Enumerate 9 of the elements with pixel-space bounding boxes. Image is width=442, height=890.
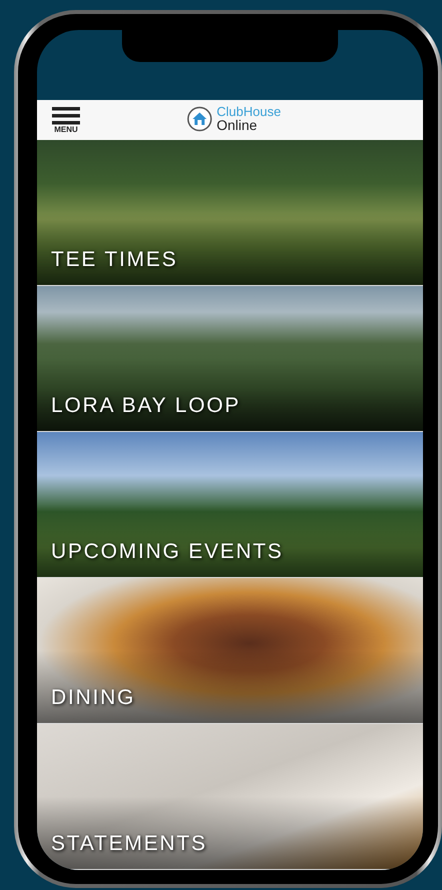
house-logo-icon bbox=[186, 106, 213, 132]
menu-tile[interactable]: LORA BAY LOOP bbox=[37, 286, 423, 431]
menu-tile[interactable]: TEE TIMES bbox=[37, 140, 423, 285]
menu-icon bbox=[52, 106, 80, 124]
menu-tile[interactable]: STATEMENTS bbox=[37, 724, 423, 869]
clubhouse-online-logo: ClubHouse Online bbox=[216, 105, 281, 132]
menu-tile[interactable]: DINING bbox=[37, 578, 423, 723]
menu-tile[interactable]: UPCOMING EVENTS bbox=[37, 432, 423, 577]
menu-button[interactable]: MENU bbox=[52, 106, 80, 134]
